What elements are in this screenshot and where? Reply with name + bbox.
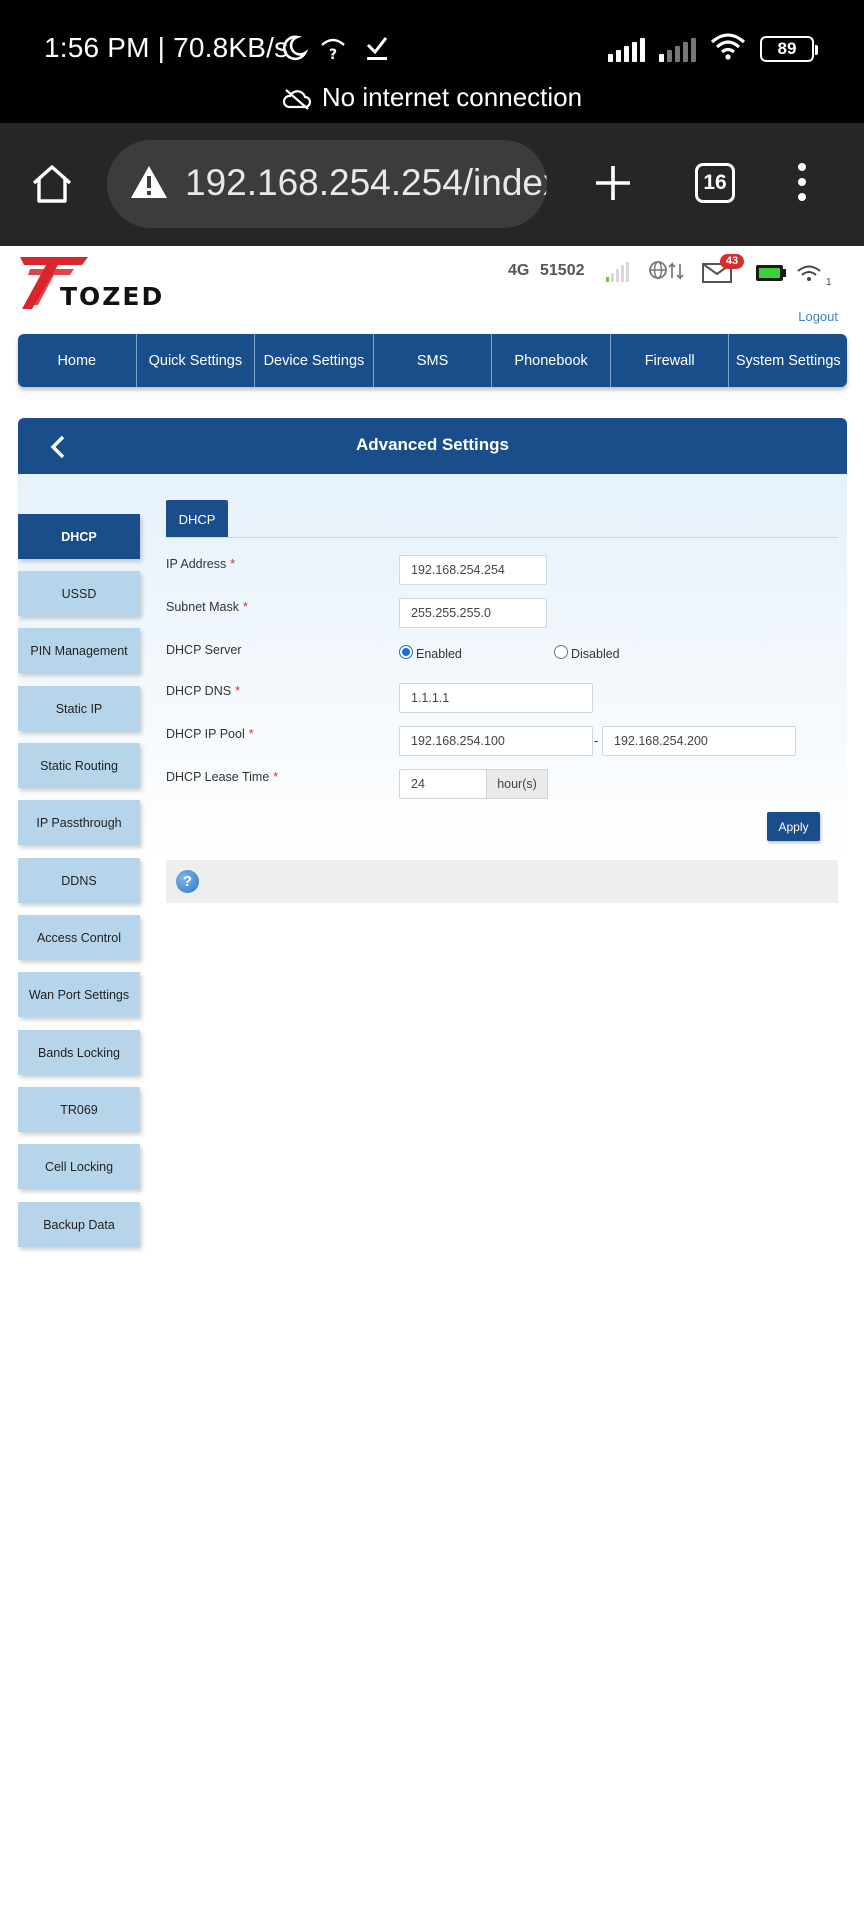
- sidebar-item-ip-passthrough[interactable]: IP Passthrough: [18, 800, 140, 845]
- sidebar-item-ussd[interactable]: USSD: [18, 571, 140, 616]
- moon-icon: [280, 34, 309, 67]
- dhcp-lease-time-label-text: DHCP Lease Time: [166, 770, 270, 784]
- sidebar-item-static-routing[interactable]: Static Routing: [18, 743, 140, 788]
- nav-home[interactable]: Home: [18, 334, 137, 387]
- signal-strength-icon: [606, 262, 629, 282]
- main-navigation: Home Quick Settings Device Settings SMS …: [18, 334, 847, 387]
- signal-sim1-icon: [608, 36, 645, 62]
- svg-text:?: ?: [329, 47, 337, 61]
- nav-system-settings[interactable]: System Settings: [729, 334, 847, 387]
- logout-link[interactable]: Logout: [798, 309, 838, 324]
- sidebar-item-tr069[interactable]: TR069: [18, 1087, 140, 1132]
- sidebar-item-cell-locking[interactable]: Cell Locking: [18, 1144, 140, 1189]
- wifi-icon: [710, 32, 746, 65]
- dhcp-server-label: DHCP Server: [166, 643, 242, 657]
- battery-status-icon: [755, 264, 787, 287]
- enabled-label[interactable]: Enabled: [416, 647, 462, 661]
- status-right-icons: 89: [608, 32, 818, 65]
- operator-code: 51502: [540, 262, 585, 279]
- page-title: Advanced Settings: [355, 435, 510, 454]
- tab-switcher-button[interactable]: 16: [695, 163, 735, 203]
- ip-address-label-text: IP Address: [166, 557, 227, 571]
- nav-firewall[interactable]: Firewall: [611, 334, 730, 387]
- lease-time-unit: hour(s): [486, 769, 548, 799]
- dhcp-server-disabled-radio[interactable]: [554, 645, 568, 659]
- dhcp-dns-label: DHCP DNS *: [166, 684, 240, 698]
- notice-text: No internet connection: [321, 82, 583, 112]
- wifi-client-count: 1: [826, 277, 831, 286]
- no-internet-notice: No internet connection: [0, 82, 864, 113]
- home-icon[interactable]: [30, 163, 74, 210]
- subnet-mask-label: Subnet Mask *: [166, 600, 248, 614]
- disabled-label[interactable]: Disabled: [571, 647, 620, 661]
- browser-menu-icon[interactable]: [796, 163, 808, 201]
- sidebar-item-ddns[interactable]: DDNS: [18, 858, 140, 903]
- network-type: 4G: [508, 262, 530, 279]
- signal-sim2-icon: [659, 36, 696, 62]
- status-bar: 1:56 PM | 70.8KB/s ? 89 No internet conn…: [0, 0, 864, 123]
- sidebar-item-static-ip[interactable]: Static IP: [18, 686, 140, 731]
- dhcp-server-enabled-radio[interactable]: [399, 645, 413, 659]
- dhcp-ip-pool-label-text: DHCP IP Pool: [166, 727, 245, 741]
- ip-address-label: IP Address *: [166, 557, 235, 571]
- required-mark: *: [235, 684, 240, 698]
- message-count-badge: 43: [720, 254, 744, 269]
- tab-dhcp[interactable]: DHCP: [166, 500, 228, 538]
- dhcp-dns-label-text: DHCP DNS: [166, 684, 232, 698]
- ip-address-input[interactable]: 192.168.254.254: [399, 555, 547, 585]
- dhcp-dns-input[interactable]: 1.1.1.1: [399, 683, 593, 713]
- sidebar-item-access-control[interactable]: Access Control: [18, 915, 140, 960]
- dhcp-lease-time-label: DHCP Lease Time *: [166, 770, 278, 784]
- battery-icon: 89: [760, 35, 818, 62]
- not-secure-warning-icon[interactable]: [129, 164, 169, 205]
- status-time-speed: 1:56 PM | 70.8KB/s: [44, 32, 289, 63]
- subnet-mask-label-text: Subnet Mask: [166, 600, 239, 614]
- new-tab-icon[interactable]: [593, 163, 633, 208]
- required-mark: *: [248, 727, 254, 741]
- required-mark: *: [242, 600, 248, 614]
- nav-sms[interactable]: SMS: [374, 334, 493, 387]
- ip-pool-start-input[interactable]: 192.168.254.100: [399, 726, 593, 756]
- advanced-settings-header: Advanced Settings: [18, 418, 847, 474]
- lease-time-input[interactable]: 24: [399, 769, 487, 799]
- advanced-settings-body: [18, 474, 847, 874]
- help-icon[interactable]: ?: [176, 870, 199, 893]
- url-text[interactable]: 192.168.254.254/index.html: [185, 162, 547, 204]
- browser-toolbar: 192.168.254.254/index.html 16: [0, 123, 864, 246]
- nav-device-settings[interactable]: Device Settings: [255, 334, 374, 387]
- ip-pool-end-input[interactable]: 192.168.254.200: [602, 726, 796, 756]
- nav-quick-settings[interactable]: Quick Settings: [137, 334, 256, 387]
- subnet-mask-input[interactable]: 255.255.255.0: [399, 598, 547, 628]
- tab-divider: [166, 537, 838, 538]
- internet-globe-icon: [648, 260, 688, 287]
- required-mark: *: [273, 770, 279, 784]
- sidebar-item-dhcp[interactable]: DHCP: [18, 514, 140, 559]
- download-done-icon: [364, 34, 390, 67]
- dhcp-ip-pool-label: DHCP IP Pool *: [166, 727, 254, 741]
- unknown-wifi-icon: ?: [320, 37, 346, 66]
- apply-button[interactable]: Apply: [767, 812, 820, 841]
- address-bar[interactable]: 192.168.254.254/index.html: [107, 140, 547, 228]
- sidebar-item-backup-data[interactable]: Backup Data: [18, 1202, 140, 1247]
- sidebar-item-pin-management[interactable]: PIN Management: [18, 628, 140, 673]
- wifi-clients-icon: 1: [797, 264, 832, 291]
- nav-phonebook[interactable]: Phonebook: [492, 334, 611, 387]
- sidebar-item-wan-port-settings[interactable]: Wan Port Settings: [18, 972, 140, 1017]
- ip-pool-separator: -: [594, 733, 599, 748]
- help-bar: ?: [166, 860, 838, 903]
- cloud-off-icon: [282, 89, 311, 110]
- sidebar-item-bands-locking[interactable]: Bands Locking: [18, 1030, 140, 1075]
- brand-name: TOZED: [60, 282, 165, 311]
- required-mark: *: [230, 557, 236, 571]
